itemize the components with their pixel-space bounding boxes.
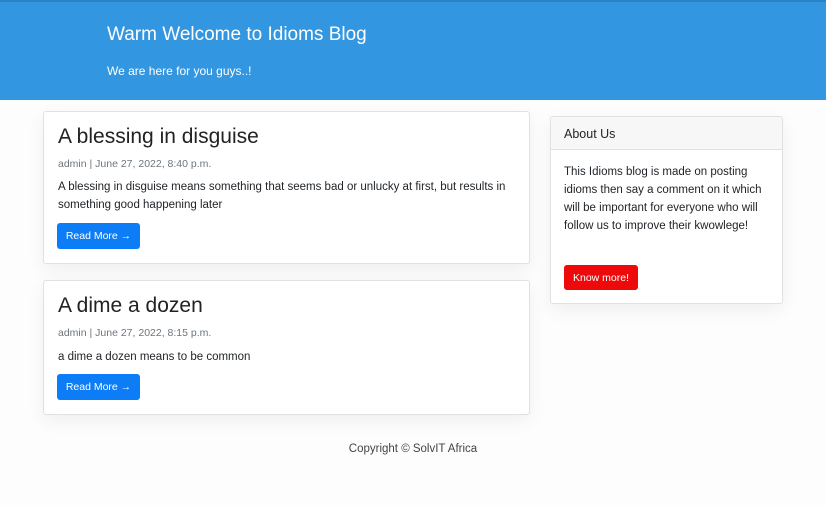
post-meta: admin | June 27, 2022, 8:15 p.m. [58, 327, 212, 339]
post-excerpt: A blessing in disguise means something t… [58, 181, 506, 211]
site-title: Warm Welcome to Idioms Blog [107, 24, 367, 45]
know-more-button[interactable]: Know more! [564, 265, 638, 290]
about-us-title: About Us [564, 127, 616, 141]
post-excerpt: a dime a dozen means to be common [58, 351, 251, 363]
read-more-button[interactable]: Read More → [57, 374, 140, 400]
footer-copyright: Copyright © SolvIT Africa [348, 443, 478, 455]
about-us-header: About Us [551, 117, 782, 150]
post-meta: admin | June 27, 2022, 8:40 p.m. [58, 158, 212, 170]
about-us-text: This Idioms blog is made on posting idio… [564, 166, 762, 232]
post-title: A blessing in disguise [58, 125, 259, 148]
about-us-card: About Us This Idioms blog is made on pos… [550, 116, 783, 304]
site-subtitle: We are here for you guys..! [107, 64, 252, 78]
post-card: A blessing in disguise admin | June 27, … [43, 111, 530, 264]
post-card: A dime a dozen admin | June 27, 2022, 8:… [43, 280, 530, 415]
post-title: A dime a dozen [58, 294, 203, 317]
site-header: Warm Welcome to Idioms Blog We are here … [0, 0, 826, 100]
read-more-button[interactable]: Read More → [57, 223, 140, 249]
